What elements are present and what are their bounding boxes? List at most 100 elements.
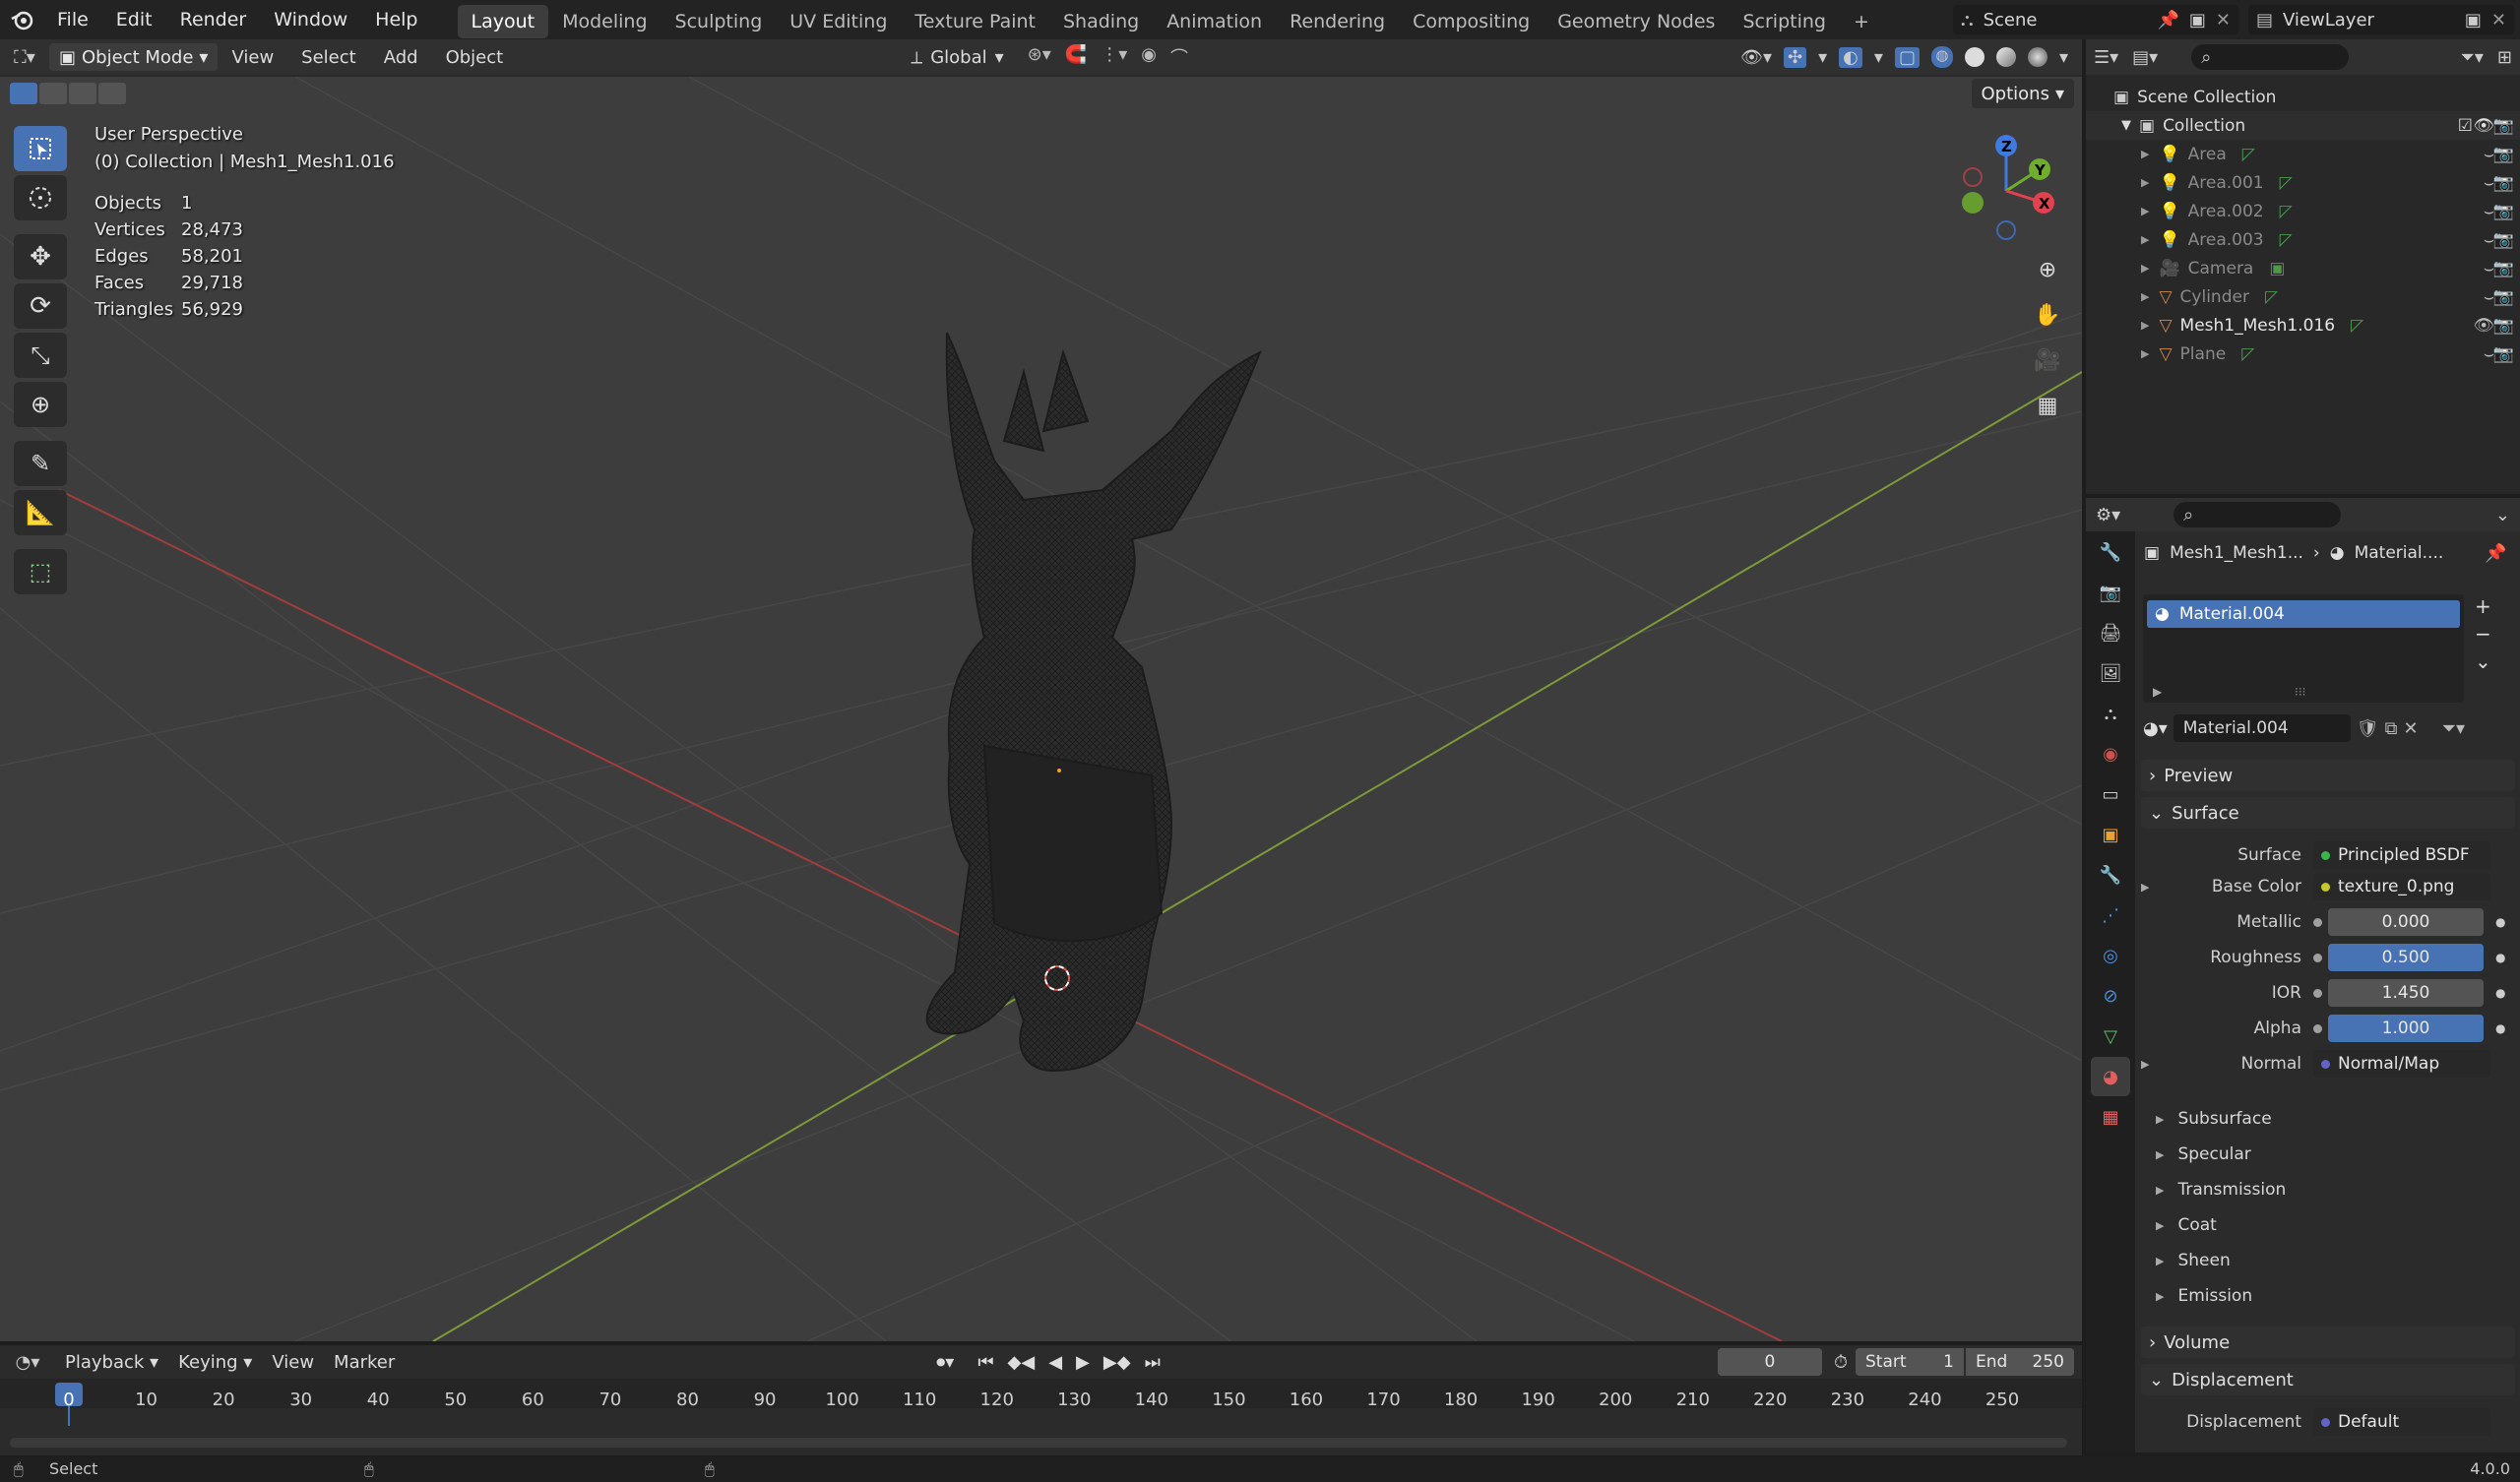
material-shading-icon[interactable] — [1995, 47, 2016, 67]
scene-tab-icon[interactable]: ⛬ — [2091, 694, 2130, 733]
menu-file[interactable]: File — [43, 0, 102, 39]
close-icon[interactable]: ✕ — [2491, 10, 2506, 31]
fake-user-icon[interactable]: 🛡 — [2357, 718, 2379, 739]
chevron-down-icon[interactable]: ⌄ — [2495, 505, 2510, 525]
tab-texture-paint[interactable]: Texture Paint — [901, 5, 1049, 38]
menu-object[interactable]: Object — [432, 47, 518, 68]
output-tab-icon[interactable]: 🖨 — [2091, 613, 2130, 652]
chevron-right-icon[interactable]: ▶ — [2141, 290, 2149, 303]
measure-tool-icon[interactable]: 📐 — [14, 490, 67, 535]
menu-window[interactable]: Window — [260, 0, 361, 39]
select-subtract-icon[interactable] — [69, 83, 96, 104]
select-extend-icon[interactable] — [39, 83, 67, 104]
object-tab-icon[interactable]: ▣ — [2091, 815, 2130, 854]
property-link-field[interactable]: texture_0.png — [2313, 873, 2490, 900]
scene-selector[interactable]: ⛬ Scene 📌 ▣ ✕ — [1953, 5, 2238, 34]
solid-shading-icon[interactable] — [1964, 47, 1984, 67]
node-link-icon[interactable]: ⏷▾ — [2442, 718, 2465, 739]
data-icon[interactable]: ◸ — [2351, 316, 2363, 336]
data-icon[interactable]: ◸ — [2280, 173, 2293, 193]
play-reverse-icon[interactable]: ◀ — [1048, 1352, 1062, 1373]
cursor-tool-icon[interactable] — [14, 175, 67, 220]
menu-help[interactable]: Help — [361, 0, 431, 39]
outliner-item[interactable]: ▶ 💡 Area ◸ ⌣ 📷 — [2086, 140, 2520, 168]
new-view-layer-icon[interactable]: ▣ — [2465, 10, 2482, 31]
outliner-item[interactable]: ▶ ▽ Plane ◸ ⌣ 📷 — [2086, 340, 2520, 368]
keyframe-dot-icon[interactable]: ● — [2495, 951, 2505, 964]
tab-rendering[interactable]: Rendering — [1276, 5, 1399, 38]
menu-playback[interactable]: Playback ▾ — [55, 1352, 168, 1373]
volume-panel-header[interactable]: › Volume — [2141, 1327, 2515, 1358]
material-tab-icon[interactable]: ◕ — [2091, 1057, 2130, 1096]
modifier-tab-icon[interactable]: 🔧 — [2091, 855, 2130, 895]
properties-search-input[interactable]: ⌕ — [2174, 502, 2342, 527]
chevron-right-icon[interactable]: ▶ — [2141, 881, 2161, 894]
outliner-item[interactable]: ▶ 💡 Area.003 ◸ ⌣ 📷 — [2086, 225, 2520, 254]
keyframe-dot-icon[interactable]: ● — [2495, 915, 2505, 929]
resize-handle-icon[interactable]: ⁝⁝⁝ — [2295, 685, 2305, 699]
tab-sculpting[interactable]: Sculpting — [662, 5, 777, 38]
start-frame-field[interactable]: Start 1 — [1856, 1348, 1964, 1376]
data-icon[interactable]: ◸ — [2280, 230, 2293, 250]
displacement-panel-header[interactable]: ⌄ Displacement — [2141, 1364, 2515, 1395]
select-intersect-icon[interactable] — [98, 83, 126, 104]
data-icon[interactable]: ◸ — [2241, 344, 2254, 364]
camera-icon[interactable]: 📷 — [2493, 287, 2514, 307]
filter-icon[interactable]: ⏷▾ — [2460, 47, 2483, 68]
mode-dropdown[interactable]: ▣ Object Mode ▾ — [49, 43, 219, 71]
subpanel-header[interactable]: ▶ Sheen — [2156, 1246, 2231, 1275]
property-slider[interactable]: 1.000 — [2328, 1015, 2484, 1042]
tab-geometry-nodes[interactable]: Geometry Nodes — [1544, 5, 1729, 38]
tab-uv-editing[interactable]: UV Editing — [776, 5, 901, 38]
rotate-tool-icon[interactable]: ⟳ — [14, 283, 67, 329]
data-icon[interactable]: ◸ — [2280, 202, 2293, 221]
subpanel-header[interactable]: ▶ Coat — [2156, 1210, 2217, 1240]
xray-icon[interactable]: ▢ — [1894, 46, 1920, 68]
gizmo-icon[interactable]: ✣ — [1784, 46, 1807, 68]
chevron-right-icon[interactable]: ▶ — [2141, 148, 2149, 160]
material-slot-item[interactable]: ◕ Material.004 — [2147, 600, 2460, 628]
unlink-material-icon[interactable]: ✕ — [2403, 718, 2418, 739]
transform-orientation-dropdown[interactable]: ⟂ Global ▾ — [911, 47, 1003, 68]
render-tab-icon[interactable]: 📷 — [2091, 573, 2130, 612]
outliner-item[interactable]: ▶ 💡 Area.002 ◸ ⌣ 📷 — [2086, 197, 2520, 225]
menu-marker[interactable]: Marker — [324, 1352, 405, 1373]
chevron-right-icon[interactable]: ▶ — [2153, 685, 2162, 699]
wireframe-shading-icon[interactable]: ◍ — [1930, 46, 1953, 68]
breadcrumb-material[interactable]: Material.... — [2355, 543, 2444, 563]
tool-tab-icon[interactable]: 🔧 — [2091, 532, 2130, 572]
outliner-item[interactable]: ▶ 💡 Area.001 ◸ ⌣ 📷 — [2086, 168, 2520, 197]
chevron-right-icon[interactable]: ▶ — [2141, 1058, 2161, 1071]
visibility-icon[interactable]: 👁▾ — [1740, 47, 1772, 68]
chevron-down-icon[interactable]: ▾ — [2059, 47, 2068, 68]
outliner-search-input[interactable]: ⌕ — [2191, 44, 2350, 70]
rendered-shading-icon[interactable] — [2027, 47, 2048, 67]
timeline-scrollbar[interactable] — [10, 1438, 2067, 1448]
chevron-right-icon[interactable]: ▶ — [2141, 319, 2149, 332]
clock-icon[interactable]: ⏱ — [1834, 1352, 1848, 1373]
preview-panel-header[interactable]: › Preview — [2141, 760, 2515, 791]
new-scene-icon[interactable]: ▣ — [2189, 10, 2206, 31]
falloff-icon[interactable]: ⌒ — [1170, 44, 1188, 70]
tab-scripting[interactable]: Scripting — [1729, 5, 1840, 38]
tab-shading[interactable]: Shading — [1049, 5, 1153, 38]
select-box-tool-icon[interactable] — [14, 126, 67, 171]
scale-tool-icon[interactable]: ⤡ — [14, 333, 67, 378]
camera-icon[interactable]: 📷 — [2493, 344, 2514, 364]
3d-viewport[interactable]: ✥ ⟳ ⤡ ⊕ ✎ 📐 ⬚ User Perspective (0) Colle… — [0, 77, 2082, 1341]
subpanel-header[interactable]: ▶ Emission — [2156, 1281, 2252, 1311]
current-frame-field[interactable]: 0 — [1717, 1348, 1822, 1376]
checkbox-icon[interactable]: ☑ — [2458, 116, 2473, 136]
properties-editor-icon[interactable]: ⚙▾ — [2096, 505, 2120, 525]
menu-render[interactable]: Render — [166, 0, 261, 39]
snap-icon[interactable]: 🧲 — [1065, 44, 1087, 70]
move-tool-icon[interactable]: ✥ — [14, 234, 67, 279]
menu-keying[interactable]: Keying ▾ — [168, 1352, 262, 1373]
chevron-right-icon[interactable]: ▶ — [2141, 233, 2149, 246]
duplicate-material-icon[interactable]: ⧉ — [2385, 718, 2398, 739]
end-frame-field[interactable]: End 250 — [1966, 1348, 2074, 1376]
add-slot-icon[interactable]: + — [2475, 594, 2491, 618]
chevron-right-icon[interactable]: ▶ — [2141, 205, 2149, 217]
chevron-right-icon[interactable]: ▶ — [2141, 347, 2149, 360]
record-icon[interactable]: ⏺▾ — [936, 1352, 954, 1373]
